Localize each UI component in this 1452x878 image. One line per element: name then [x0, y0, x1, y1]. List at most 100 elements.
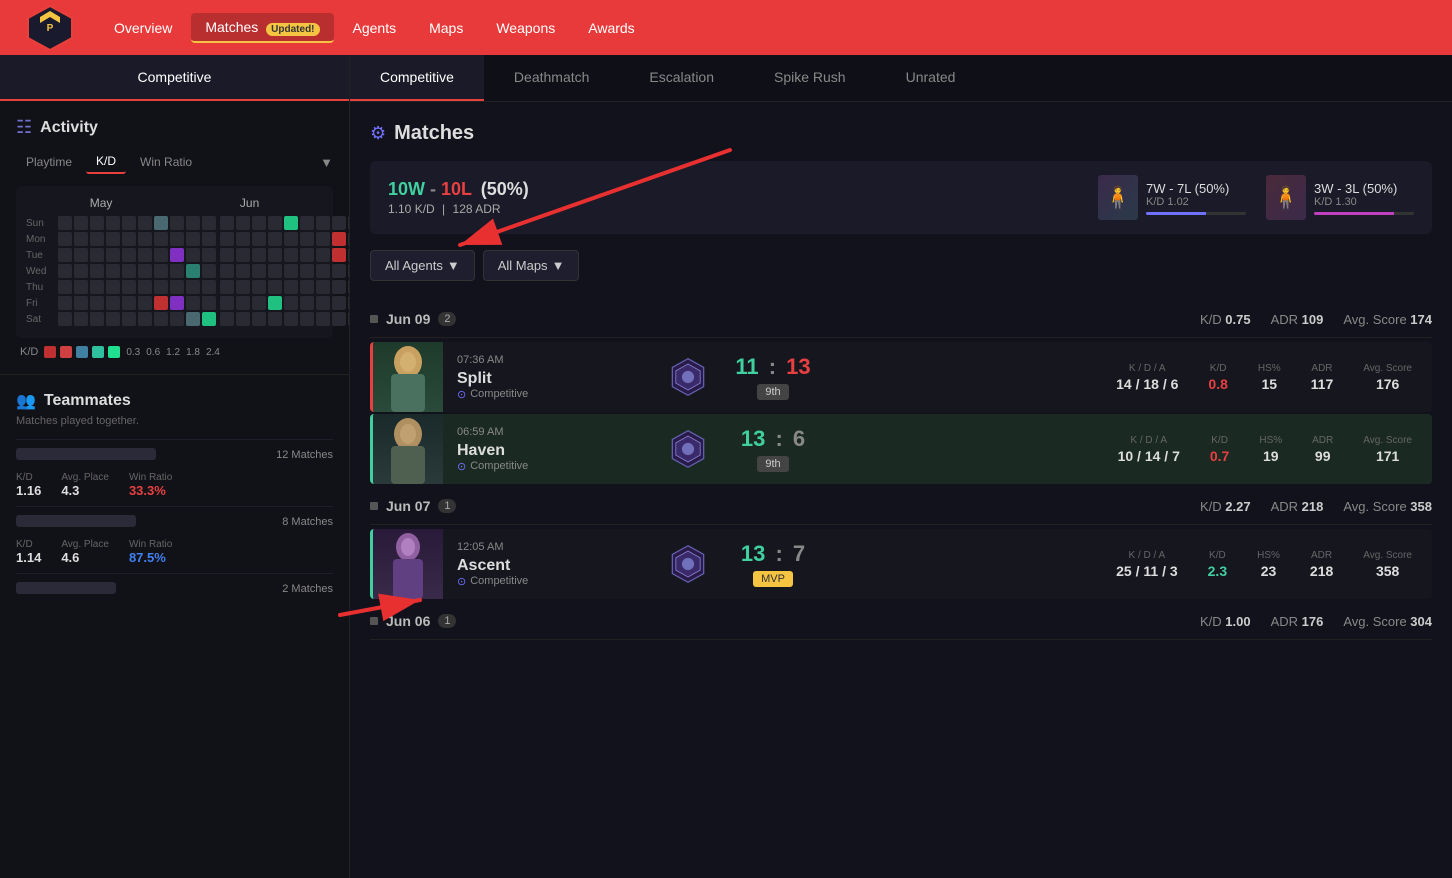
date-indicator-jun06 — [370, 617, 378, 625]
date-count-jun09: 2 — [438, 312, 456, 326]
hs-val-split: 15 — [1258, 376, 1281, 392]
teammate-2-wr-label: Win Ratio — [129, 539, 172, 550]
cal-month-may: May — [90, 196, 113, 210]
activity-tabs: Playtime K/D Win Ratio ▼ — [16, 150, 333, 174]
cal-row-sun: Sun — [26, 216, 323, 230]
kd-val-12: 1.2 — [166, 347, 180, 358]
nav-overview[interactable]: Overview — [100, 14, 186, 42]
match-map-split: Split — [457, 370, 649, 388]
date-header-jun06: Jun 06 1 K/D 1.00 ADR 176 Avg. Score 304 — [370, 603, 1432, 640]
player2-wl: 3W - 3L (50%) — [1314, 181, 1414, 196]
activity-dropdown[interactable]: ▼ — [320, 155, 333, 170]
teammate-row-1: 12 Matches K/D 1.16 Avg. Place 4.3 Win R… — [16, 439, 333, 506]
player-info-2: 3W - 3L (50%) K/D 1.30 — [1314, 181, 1414, 215]
matches-area: ⚙ Matches 10W - 10L (50%) 1.10 K/D | 128… — [350, 102, 1452, 664]
teammate-2-name — [16, 515, 136, 527]
teammate-2-place-val: 4.6 — [61, 550, 109, 565]
player1-bar — [1146, 212, 1246, 215]
cal-row-mon: Mon — [26, 232, 323, 246]
score-badge-split: 9th — [757, 384, 788, 400]
matches-title: Matches — [394, 122, 474, 145]
tab-winratio[interactable]: Win Ratio — [130, 151, 202, 173]
date-group-jun06: Jun 06 1 K/D 1.00 ADR 176 Avg. Score 304 — [370, 603, 1432, 640]
match-rank-split — [663, 352, 713, 402]
filter-agents[interactable]: All Agents ▼ — [370, 250, 475, 281]
main-content: Competitive Deathmatch Escalation Spike … — [350, 55, 1452, 878]
cal-month-jun: Jun — [240, 196, 259, 210]
kd-dot-1 — [44, 346, 56, 358]
logo: P — [20, 3, 80, 53]
date-group-jun07: Jun 07 1 K/D 2.27 ADR 218 Avg. Score 358 — [370, 488, 1432, 599]
avgscore-val-ascent: 358 — [1363, 563, 1412, 579]
teammate-1-stats: K/D 1.16 Avg. Place 4.3 Win Ratio 33.3% — [16, 472, 333, 498]
matches-icon: ⚙ — [370, 123, 386, 144]
summary-pct: (50%) — [481, 179, 529, 199]
nav-maps[interactable]: Maps — [415, 14, 477, 42]
kd-dots — [44, 346, 120, 358]
summary-wl: 10W - 10L (50%) — [388, 179, 529, 200]
kd-val-03: 0.3 — [126, 347, 140, 358]
top-tab-spikerush[interactable]: Spike Rush — [744, 55, 876, 101]
sidebar-tab-competitive[interactable]: Competitive — [0, 55, 349, 101]
kda-val-haven: 10 / 14 / 7 — [1118, 448, 1180, 464]
kd-dot-5 — [108, 346, 120, 358]
match-agent-split — [373, 342, 443, 412]
top-tab-unrated[interactable]: Unrated — [876, 55, 986, 101]
nav-links: Overview Matches Updated! Agents Maps We… — [100, 13, 649, 43]
main-layout: Competitive ☷ Activity Playtime K/D Win … — [0, 55, 1452, 878]
match-row-ascent[interactable]: 12:05 AM Ascent ⊙ Competitive — [370, 529, 1432, 599]
match-score-ascent: 13 : 7 MVP — [713, 541, 833, 587]
match-rank-haven — [663, 424, 713, 474]
tab-kd[interactable]: K/D — [86, 150, 126, 174]
top-tab-escalation[interactable]: Escalation — [619, 55, 744, 101]
match-map-ascent: Ascent — [457, 557, 649, 575]
date-header-jun09: Jun 09 2 K/D 0.75 ADR 109 Avg. Score 174 — [370, 301, 1432, 338]
date-indicator-jun07 — [370, 502, 378, 510]
match-row-split[interactable]: 07:36 AM Split ⊙ Competitive — [370, 342, 1432, 412]
match-info-split: 07:36 AM Split ⊙ Competitive — [443, 346, 663, 409]
match-row-haven[interactable]: 06:59 AM Haven ⊙ Competitive — [370, 414, 1432, 484]
kd-val-18: 1.8 — [186, 347, 200, 358]
match-info-ascent: 12:05 AM Ascent ⊙ Competitive — [443, 533, 663, 596]
teammates-subtitle: Matches played together. — [16, 415, 333, 427]
filter-maps[interactable]: All Maps ▼ — [483, 250, 580, 281]
teammate-3-name — [16, 582, 116, 594]
match-kda-haven: K / D / A 10 / 14 / 7 K/D 0.7 HS% 19 A — [833, 435, 1432, 464]
kd-dot-4 — [92, 346, 104, 358]
match-info-haven: 06:59 AM Haven ⊙ Competitive — [443, 418, 663, 481]
hs-val-ascent: 23 — [1257, 563, 1280, 579]
adr-val-split: 117 — [1311, 376, 1334, 392]
match-agent-ascent — [373, 529, 443, 599]
teammate-3-matches: 2 Matches — [282, 583, 333, 595]
date-header-jun07: Jun 07 1 K/D 2.27 ADR 218 Avg. Score 358 — [370, 488, 1432, 525]
teammate-2-matches: 8 Matches — [282, 516, 333, 528]
nav-agents[interactable]: Agents — [339, 14, 411, 42]
teammate-1-place-label: Avg. Place — [61, 472, 109, 483]
top-tab-deathmatch[interactable]: Deathmatch — [484, 55, 619, 101]
match-score-haven: 13 : 6 9th — [713, 426, 833, 472]
adr-val-ascent: 218 — [1310, 563, 1333, 579]
teammate-1-wr-val: 33.3% — [129, 483, 172, 498]
cal-row-sat: Sat — [26, 312, 323, 326]
summary-wins: 10W — [388, 179, 425, 199]
match-agent-haven — [373, 414, 443, 484]
player1-kd: K/D 1.02 — [1146, 196, 1246, 208]
top-tab-competitive[interactable]: Competitive — [350, 55, 484, 101]
player-summary-1: 🧍 7W - 7L (50%) K/D 1.02 — [1098, 175, 1246, 220]
hs-val-haven: 19 — [1259, 448, 1282, 464]
nav-matches[interactable]: Matches Updated! — [191, 13, 333, 43]
nav-awards[interactable]: Awards — [574, 14, 648, 42]
summary-right: 🧍 7W - 7L (50%) K/D 1.02 🧍 — [1098, 175, 1414, 220]
cal-row-fri: Fri — [26, 296, 323, 310]
nav-weapons[interactable]: Weapons — [482, 14, 569, 42]
teammate-row-2: 8 Matches K/D 1.14 Avg. Place 4.6 Win Ra… — [16, 506, 333, 573]
kd-legend: K/D 0.3 0.6 1.2 1.8 2.4 — [16, 346, 333, 358]
cal-row-thu: Thu — [26, 280, 323, 294]
avgscore-val-haven: 171 — [1363, 448, 1412, 464]
date-label-jun07: Jun 07 — [386, 498, 430, 514]
player-info-1: 7W - 7L (50%) K/D 1.02 — [1146, 181, 1246, 215]
teammate-2-place-label: Avg. Place — [61, 539, 109, 550]
tab-playtime[interactable]: Playtime — [16, 151, 82, 173]
navigation: P Overview Matches Updated! Agents Maps … — [0, 0, 1452, 55]
match-time-split: 07:36 AM — [457, 354, 649, 366]
